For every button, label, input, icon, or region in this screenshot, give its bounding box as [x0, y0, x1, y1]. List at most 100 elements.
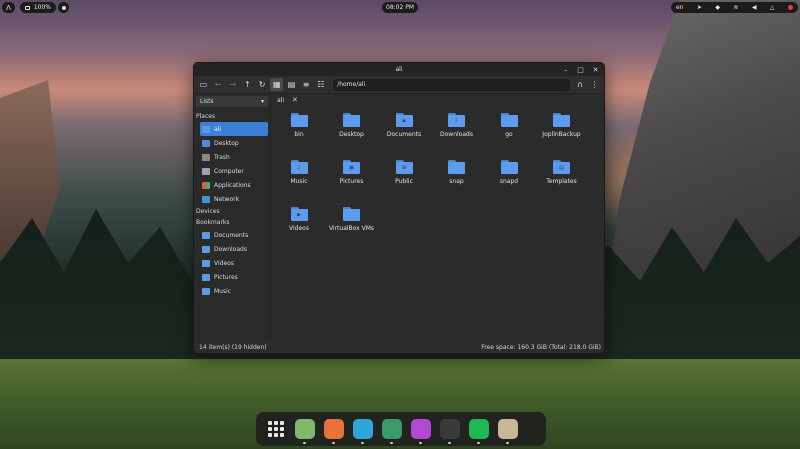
- places-header: Places: [196, 113, 216, 120]
- file-view: ali ✕ bin Desktop ▪ Documents ⇩ Downloads go Jo…: [272, 94, 604, 344]
- computer-icon: [202, 167, 210, 175]
- dock-firefox-icon[interactable]: [324, 419, 344, 444]
- folder-icon: [343, 113, 360, 127]
- file-item[interactable]: bin: [273, 110, 325, 154]
- sidebar-item-trash[interactable]: Trash: [200, 150, 268, 164]
- file-label: VirtualBox VMs: [328, 225, 375, 232]
- menu-icon[interactable]: ⋮: [588, 78, 601, 91]
- file-item[interactable]: go: [483, 110, 535, 154]
- window-controls: – □ ✕: [561, 65, 600, 74]
- sidebar-item-home[interactable]: ali: [200, 122, 268, 136]
- sidebar-item-downloads[interactable]: Downloads: [200, 242, 268, 256]
- file-label: Pictures: [339, 178, 364, 185]
- places-toggle-icon[interactable]: ▭: [197, 78, 210, 91]
- path-text: /home/ali: [337, 81, 366, 88]
- folder-icon: [290, 113, 308, 127]
- telegram-tray-icon[interactable]: ➤: [697, 4, 702, 11]
- network-tray-icon[interactable]: ◆: [715, 4, 720, 11]
- extension-indicator[interactable]: [58, 2, 69, 13]
- sidebar-item-computer[interactable]: Computer: [200, 164, 268, 178]
- dock-app-grid-icon[interactable]: [266, 419, 286, 439]
- dock-terminal-icon[interactable]: [440, 419, 460, 444]
- extension-icon: [61, 5, 66, 10]
- dock-pomodoro-icon[interactable]: [411, 419, 431, 444]
- folder-icon: [448, 160, 465, 174]
- file-label: JoplinBackup: [542, 131, 581, 138]
- top-panel: Λ 100% 08:02 PM en ➤ ◆ ≋ ◀ △: [0, 0, 800, 14]
- forward-arrow-icon[interactable]: →: [226, 78, 239, 91]
- activities-button[interactable]: Λ: [2, 2, 15, 13]
- close-button[interactable]: ✕: [591, 65, 600, 74]
- downloads-folder-icon: [202, 245, 210, 253]
- dock-files-icon[interactable]: [295, 419, 315, 444]
- file-item[interactable]: Desktop: [326, 110, 378, 154]
- dock: [256, 412, 546, 446]
- volume-icon[interactable]: ◀: [752, 4, 757, 11]
- sidebar-item-label: Downloads: [214, 245, 247, 253]
- file-item[interactable]: ▪ Documents: [378, 110, 430, 154]
- list-view-button[interactable]: ≡: [300, 78, 313, 91]
- sidebar-item-network[interactable]: Network: [200, 192, 268, 206]
- sidebar-item-videos[interactable]: Videos: [200, 256, 268, 270]
- sidebar-item-label: Computer: [214, 167, 244, 175]
- sidebar-item-documents[interactable]: Documents: [200, 228, 268, 242]
- file-label: Public: [395, 178, 413, 185]
- notification-bell-icon[interactable]: △: [770, 4, 775, 11]
- folder-icon: ⊞: [395, 160, 413, 174]
- minimize-button[interactable]: –: [561, 65, 570, 74]
- applications-icon: [202, 181, 210, 189]
- dock-gnome-tweaks-icon[interactable]: [382, 419, 402, 444]
- sidebar-item-music[interactable]: Music: [200, 284, 268, 298]
- tab-bar: ali ✕: [272, 94, 604, 106]
- file-label: Desktop: [339, 131, 364, 138]
- sidebar-view-select-label: Lists: [200, 98, 214, 105]
- keyboard-layout-label[interactable]: en: [676, 4, 684, 11]
- arch-logo-icon: Λ: [6, 3, 11, 12]
- folder-icon: ▣: [343, 160, 360, 174]
- file-item[interactable]: ♪ Music: [273, 157, 325, 201]
- detail-view-button[interactable]: ☷: [315, 78, 328, 91]
- file-label: snap: [449, 178, 464, 185]
- power-icon[interactable]: [787, 5, 793, 10]
- sidebar-item-pictures[interactable]: Pictures: [200, 270, 268, 284]
- sidebar-item-label: Pictures: [214, 273, 238, 281]
- up-arrow-icon[interactable]: ↑: [241, 78, 254, 91]
- file-item[interactable]: ▣ Pictures: [326, 157, 378, 201]
- clock-button[interactable]: 08:02 PM: [382, 2, 418, 13]
- sidebar-item-label: Music: [214, 287, 232, 295]
- dock-spotify-icon[interactable]: [469, 419, 489, 444]
- file-item[interactable]: snapd: [483, 157, 535, 201]
- dock-telegram-icon[interactable]: [353, 419, 373, 444]
- file-item[interactable]: ▤ Templates: [536, 157, 588, 201]
- file-item[interactable]: ▶ Videos: [273, 204, 325, 248]
- home-folder-icon: [202, 125, 210, 133]
- file-label: Downloads: [440, 131, 473, 138]
- tab-home[interactable]: ali: [277, 97, 284, 104]
- battery-indicator[interactable]: 100%: [20, 2, 56, 13]
- system-tray[interactable]: en ➤ ◆ ≋ ◀ △: [671, 2, 798, 13]
- reload-icon[interactable]: ↻: [256, 78, 269, 91]
- sidebar-item-label: Network: [214, 195, 240, 203]
- sidebar-item-desktop[interactable]: Desktop: [200, 136, 268, 150]
- compact-view-button[interactable]: ▤: [285, 78, 298, 91]
- wifi-icon[interactable]: ≋: [733, 4, 738, 11]
- path-bar[interactable]: /home/ali: [333, 78, 570, 91]
- sidebar-item-applications[interactable]: Applications: [200, 178, 268, 192]
- file-item[interactable]: JoplinBackup: [536, 110, 588, 154]
- documents-folder-icon: [202, 231, 210, 239]
- toolbar: ▭ ← → ↑ ↻ ▦ ▤ ≡ ☷ /home/ali ∩ ⋮: [194, 76, 604, 94]
- maximize-button[interactable]: □: [576, 65, 585, 74]
- icon-view-button[interactable]: ▦: [270, 78, 284, 91]
- file-item[interactable]: ⊞ Public: [378, 157, 430, 201]
- search-icon[interactable]: ∩: [574, 78, 587, 91]
- file-item[interactable]: ⇩ Downloads: [431, 110, 483, 154]
- file-manager-window: ali – □ ✕ ▭ ← → ↑ ↻ ▦ ▤ ≡ ☷ /home/ali ∩ …: [193, 62, 605, 354]
- file-item[interactable]: VirtualBox VMs: [326, 204, 378, 248]
- sidebar-view-select[interactable]: Lists ▾: [196, 96, 268, 107]
- back-arrow-icon[interactable]: ←: [212, 78, 225, 91]
- file-item[interactable]: snap: [431, 157, 483, 201]
- tab-close-icon[interactable]: ✕: [292, 96, 298, 104]
- window-titlebar[interactable]: ali – □ ✕: [194, 63, 604, 76]
- dock-xournal-icon[interactable]: [498, 419, 518, 444]
- sidebar: Lists ▾ Places ali Desktop Trash Compute…: [194, 94, 271, 353]
